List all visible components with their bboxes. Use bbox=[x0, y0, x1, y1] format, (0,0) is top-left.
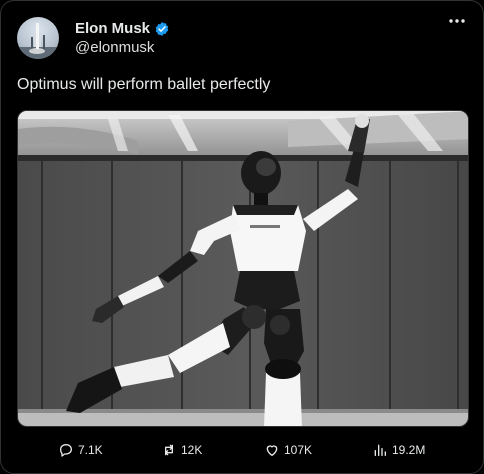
tweet-text: Optimus will perform ballet perfectly bbox=[17, 76, 271, 93]
views-count: 19.2M bbox=[392, 443, 426, 457]
tweet-card: Elon Musk @elonmusk Optimus will perform… bbox=[0, 0, 484, 474]
action-bar: 7.1K 12K 107K 19.2M bbox=[1, 442, 484, 462]
name-row: Elon Musk bbox=[75, 19, 170, 38]
heart-icon bbox=[266, 445, 278, 456]
like-count: 107K bbox=[284, 443, 313, 457]
more-options-icon[interactable] bbox=[447, 15, 467, 27]
repost-count: 12K bbox=[181, 443, 203, 457]
display-name[interactable]: Elon Musk bbox=[75, 19, 150, 38]
tweet-media[interactable] bbox=[17, 110, 469, 427]
views-bar-chart-icon bbox=[374, 444, 386, 456]
handle[interactable]: @elonmusk bbox=[75, 38, 170, 57]
author-names: Elon Musk @elonmusk bbox=[75, 19, 170, 57]
avatar[interactable] bbox=[17, 17, 59, 59]
reply-icon bbox=[60, 444, 72, 457]
verified-badge-icon bbox=[155, 21, 169, 36]
robot-ballet-photo bbox=[18, 111, 468, 426]
repost-button[interactable]: 12K bbox=[161, 442, 202, 458]
reply-count: 7.1K bbox=[78, 443, 103, 457]
like-button[interactable]: 107K bbox=[264, 442, 312, 458]
tweet-header: Elon Musk @elonmusk bbox=[17, 16, 170, 60]
views-button[interactable]: 19.2M bbox=[372, 442, 425, 458]
reply-button[interactable]: 7.1K bbox=[58, 442, 103, 458]
rocket-launch-icon bbox=[17, 23, 59, 59]
repost-icon bbox=[165, 444, 173, 456]
